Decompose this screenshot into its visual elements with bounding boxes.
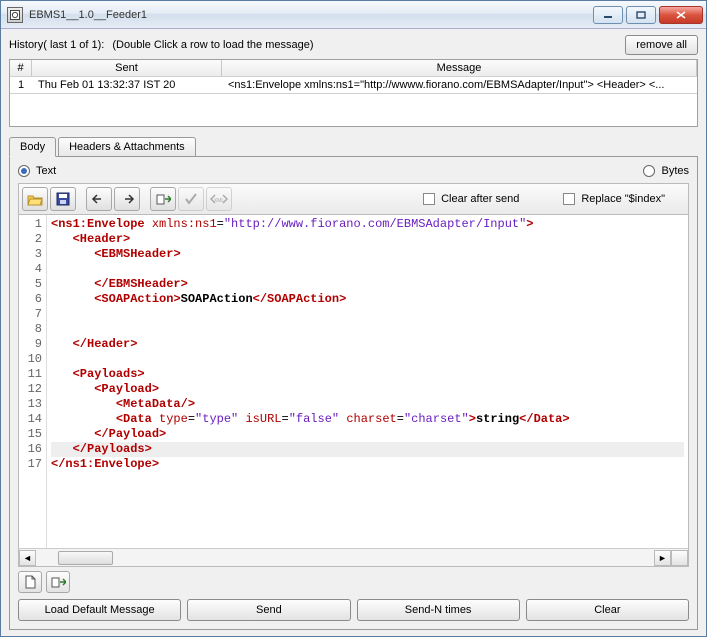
scroll-corner [671,550,688,566]
clear-after-send-label: Clear after send [441,193,519,205]
minimize-button[interactable] [593,6,623,24]
redo-icon[interactable] [114,187,140,211]
line-gutter: 1234567891011121314151617 [19,215,47,548]
row-message: <ns1:Envelope xmlns:ns1="http://wwww.fio… [222,77,697,93]
open-icon[interactable] [22,187,48,211]
undo-icon[interactable] [86,187,112,211]
new-doc-icon[interactable] [18,571,42,593]
app-icon [7,7,23,23]
content-area: History( last 1 of 1): (Double Click a r… [1,29,706,636]
app-window: EBMS1__1.0__Feeder1 History( last 1 of 1… [0,0,707,637]
send-n-button[interactable]: Send-N times [357,599,520,621]
radio-bytes[interactable] [643,165,655,177]
history-header: History( last 1 of 1): (Double Click a r… [9,35,698,55]
history-hint: (Double Click a row to load the message) [112,39,617,51]
bottom-buttons: Load Default Message Send Send-N times C… [18,599,689,621]
scroll-track[interactable] [36,550,654,566]
row-num: 1 [10,77,32,93]
tabstrip: Body Headers & Attachments [9,137,698,157]
xml-tag-icon: XML [206,187,232,211]
history-table[interactable]: # Sent Message 1 Thu Feb 01 13:32:37 IST… [9,59,698,127]
tab-body[interactable]: Body [9,137,56,157]
editor-toolbar: XML Clear after send Replace "$index" [18,183,689,215]
body-panel: Text Bytes [9,157,698,630]
remove-all-button[interactable]: remove all [625,35,698,55]
titlebar[interactable]: EBMS1__1.0__Feeder1 [1,1,706,29]
scroll-thumb[interactable] [58,551,113,565]
radio-text[interactable] [18,165,30,177]
scroll-right-icon[interactable]: ► [654,550,671,566]
tab-headers-attachments[interactable]: Headers & Attachments [58,137,196,156]
history-label: History( last 1 of 1): [9,39,104,51]
clear-button[interactable]: Clear [526,599,689,621]
load-default-button[interactable]: Load Default Message [18,599,181,621]
col-num[interactable]: # [10,60,32,76]
horizontal-scrollbar[interactable]: ◄ ► [19,548,688,566]
table-header: # Sent Message [10,60,697,77]
radio-text-label: Text [36,165,56,177]
col-message[interactable]: Message [222,60,697,76]
close-button[interactable] [659,6,703,24]
table-row[interactable]: 1 Thu Feb 01 13:32:37 IST 20 <ns1:Envelo… [10,77,697,94]
window-title: EBMS1__1.0__Feeder1 [29,9,593,21]
import-icon[interactable] [150,187,176,211]
save-icon[interactable] [50,187,76,211]
row-sent: Thu Feb 01 13:32:37 IST 20 [32,77,222,93]
replace-index-label: Replace "$index" [581,193,665,205]
replace-index-checkbox[interactable] [563,193,575,205]
format-radio-row: Text Bytes [18,165,689,177]
radio-bytes-label: Bytes [661,165,689,177]
below-editor-icons [18,571,689,593]
code-area[interactable]: <ns1:Envelope xmlns:ns1="http://www.fior… [47,215,688,548]
editor[interactable]: 1234567891011121314151617 <ns1:Envelope … [18,215,689,567]
scroll-left-icon[interactable]: ◄ [19,550,36,566]
send-button[interactable]: Send [187,599,350,621]
export-icon[interactable] [46,571,70,593]
maximize-button[interactable] [626,6,656,24]
col-sent[interactable]: Sent [32,60,222,76]
svg-text:XML: XML [214,198,225,204]
clear-after-send-checkbox[interactable] [423,193,435,205]
validate-icon [178,187,204,211]
